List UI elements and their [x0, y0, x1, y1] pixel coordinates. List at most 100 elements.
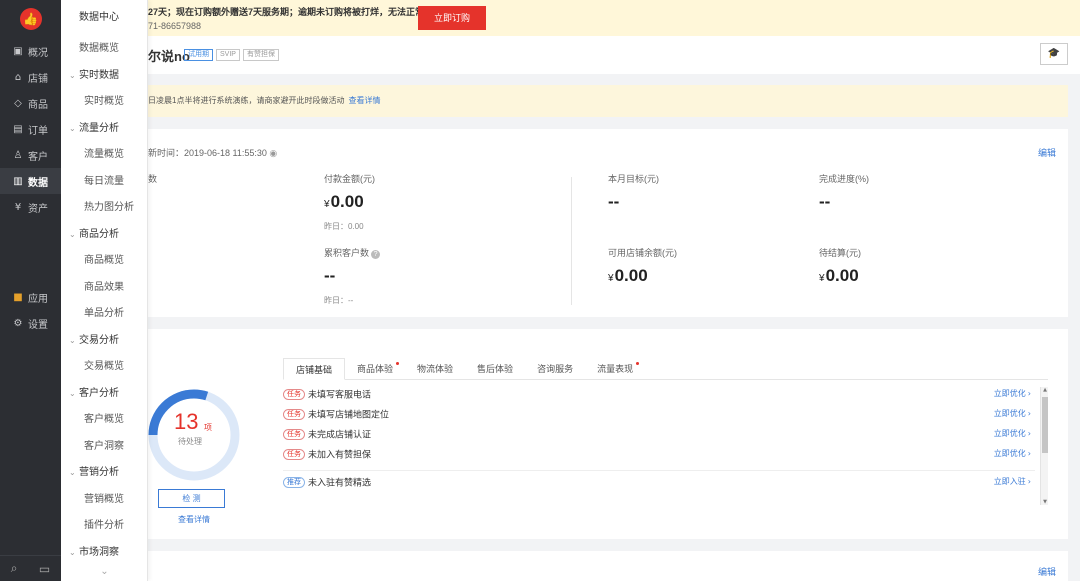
task-action-link[interactable]: 立即优化 › — [994, 447, 1031, 461]
tab-1[interactable]: 商品体验 — [345, 358, 405, 380]
update-time: 新时间：2019-06-18 11:55:30 ◉ — [148, 148, 278, 159]
nav-item-3[interactable]: ▤ 订单 — [0, 116, 61, 142]
edit-overview-link[interactable]: 编辑 — [1038, 146, 1056, 159]
submenu-item[interactable]: 客户概览 — [61, 407, 147, 434]
tab-0[interactable]: 店铺基础 — [283, 358, 346, 380]
submenu-group-2[interactable]: ⌄ 商品分析 — [61, 222, 147, 249]
tab-5[interactable]: 流量表现 — [585, 358, 645, 380]
graduation-cap-icon[interactable]: 🎓 — [1040, 43, 1068, 65]
task-action-link[interactable]: 立即优化 › — [994, 407, 1031, 421]
chat-icon: ▣ — [13, 45, 23, 57]
nav-item-7[interactable]: ■ 应用 — [0, 284, 61, 310]
tab-label: 咨询服务 — [537, 364, 574, 374]
submenu-group-5[interactable]: ⌄ 营销分析 — [61, 460, 147, 487]
money-icon: ¥ — [14, 201, 22, 213]
logo[interactable]: 👍 — [0, 0, 61, 38]
submenu-item[interactable]: 客户洞察 — [61, 434, 147, 461]
task-text: 未加入有赞担保 — [308, 449, 372, 460]
view-details-link[interactable]: 查看详情 — [178, 514, 210, 525]
nav-item-5[interactable]: ▥ 数据 — [0, 168, 61, 194]
status-badge-trial: 试用期 — [184, 49, 213, 61]
banner-message: 27天；现在订购额外赠送7天服务期；逾期未订购将被打烊，无法正常营业 — [148, 7, 443, 17]
divider — [283, 470, 1035, 471]
check-button[interactable]: 检 测 — [158, 489, 225, 508]
submenu-group-4[interactable]: ⌄ 客户分析 — [61, 381, 147, 408]
submenu-group-1[interactable]: ⌄ 流量分析 — [61, 116, 147, 143]
submenu-item[interactable]: 实时概览 — [61, 89, 147, 116]
tab-3[interactable]: 售后体验 — [465, 358, 525, 380]
bottom-card: 编辑 — [148, 551, 1068, 581]
submenu-group-3[interactable]: ⌄ 交易分析 — [61, 328, 147, 355]
task-row: 任务 未完成店铺认证 立即优化 › — [283, 427, 1035, 441]
overview-card: 新时间：2019-06-18 11:55:30 ◉ 编辑 数 付款金额(元) ¥… — [148, 129, 1068, 317]
tab-2[interactable]: 物流体验 — [405, 358, 465, 380]
task-action-link[interactable]: 立即优化 › — [994, 387, 1031, 401]
metric-progress: 完成进度(%) -- — [819, 174, 869, 211]
nav-item-label: 应用 — [28, 293, 48, 305]
gear-icon: ⚙ — [13, 317, 23, 329]
submenu-item[interactable]: 单品分析 — [61, 301, 147, 328]
nav-item-0[interactable]: ▣ 概况 — [0, 38, 61, 64]
shop-tags: 试用期 SVIP 有赞担保 — [184, 49, 279, 61]
nav-item-label: 资产 — [28, 203, 48, 215]
nav-item-1[interactable]: ⌂ 店铺 — [0, 64, 61, 90]
subscribe-button[interactable]: 立即订购 — [418, 6, 486, 30]
nav-item-8[interactable]: ⚙ 设置 — [0, 310, 61, 336]
submenu-item[interactable]: 每日流量 — [61, 169, 147, 196]
message-icon[interactable]: ▭ — [39, 562, 50, 576]
nav-item-label: 订单 — [28, 125, 48, 137]
tab-4[interactable]: 咨询服务 — [525, 358, 585, 380]
submenu-item[interactable]: 商品概览 — [61, 248, 147, 275]
task-list: 任务 未填写客服电话 立即优化 › 任务 未填写店铺地图定位 立即优化 › 任务 未完成店铺认证立… — [283, 387, 1048, 507]
pending-count: 13 — [174, 409, 199, 434]
submenu-group-label: 实时数据 — [79, 69, 119, 81]
metric-monthly-target: 本月目标(元) -- — [608, 174, 659, 211]
thumbs-up-icon: 👍 — [19, 8, 42, 30]
tab-label: 售后体验 — [477, 364, 514, 374]
notification-dot — [636, 362, 640, 365]
metric-balance: 可用店铺余额(元) ¥0.00 — [608, 248, 677, 285]
submenu-item[interactable]: 交易概览 — [61, 354, 147, 381]
scroll-down-icon[interactable]: ▼ — [1041, 499, 1048, 505]
help-icon[interactable]: ? — [371, 250, 381, 259]
submenu-item[interactable]: 插件分析 — [61, 513, 147, 540]
task-action-link[interactable]: 立即优化 › — [994, 427, 1031, 441]
eye-icon[interactable]: ◉ — [269, 149, 277, 159]
nav-item-label: 概况 — [28, 47, 48, 59]
nav-item-6[interactable]: ¥ 资产 — [0, 194, 61, 220]
pending-unit: 项 — [204, 423, 212, 432]
submenu-item[interactable]: 商品效果 — [61, 275, 147, 302]
submenu-item[interactable]: 热力图分析 — [61, 195, 147, 222]
submenu-item-overview[interactable]: 数据概览 — [61, 36, 147, 63]
nav-item-4[interactable]: ♙ 客户 — [0, 142, 61, 168]
chevron-right-icon: › — [1027, 429, 1031, 438]
store-icon: ⌂ — [14, 71, 22, 83]
scrollbar[interactable]: ▲ ▼ — [1040, 387, 1048, 505]
submenu-group-0[interactable]: ⌄ 实时数据 — [61, 63, 147, 90]
nav-item-2[interactable]: ◇ 商品 — [0, 90, 61, 116]
nav-item-label: 商品 — [28, 99, 48, 111]
chevron-down-icon[interactable]: ⌄ — [61, 566, 148, 577]
scroll-up-icon[interactable]: ▲ — [1041, 387, 1048, 393]
submenu-item[interactable]: 流量概览 — [61, 142, 147, 169]
nav-footer: ⌕ ▭ — [0, 555, 61, 581]
metric-paid-amount: 付款金额(元) ¥0.00 昨日：0.00 — [324, 174, 375, 231]
task-row: 任务 未加入有赞担保 立即优化 › — [283, 447, 1035, 461]
submenu-group-6[interactable]: ⌄ 市场洞察 — [61, 540, 147, 567]
submenu-item[interactable]: 营销概览 — [61, 487, 147, 514]
scrollbar-thumb[interactable] — [1042, 397, 1048, 453]
notice-details-link[interactable]: 查看详情 — [348, 96, 380, 105]
chevron-right-icon: › — [1027, 389, 1031, 398]
task-action-link[interactable]: 立即入驻 › — [994, 475, 1031, 489]
chevron-down-icon: ⌄ — [69, 468, 76, 477]
edit-bottom-link[interactable]: 编辑 — [1038, 565, 1056, 578]
task-badge: 推荐 — [283, 477, 305, 489]
subscription-banner: 27天；现在订购额外赠送7天服务期；逾期未订购将被打烊，无法正常营业 71-86… — [148, 0, 1080, 36]
task-badge: 任务 — [283, 389, 305, 401]
task-text: 未入驻有赞精选 — [308, 477, 372, 488]
apps-icon: ■ — [13, 291, 23, 303]
user-icon: ♙ — [13, 149, 23, 161]
notification-dot — [396, 362, 400, 365]
search-icon[interactable]: ⌕ — [11, 561, 18, 576]
tab-label: 商品体验 — [357, 364, 394, 374]
